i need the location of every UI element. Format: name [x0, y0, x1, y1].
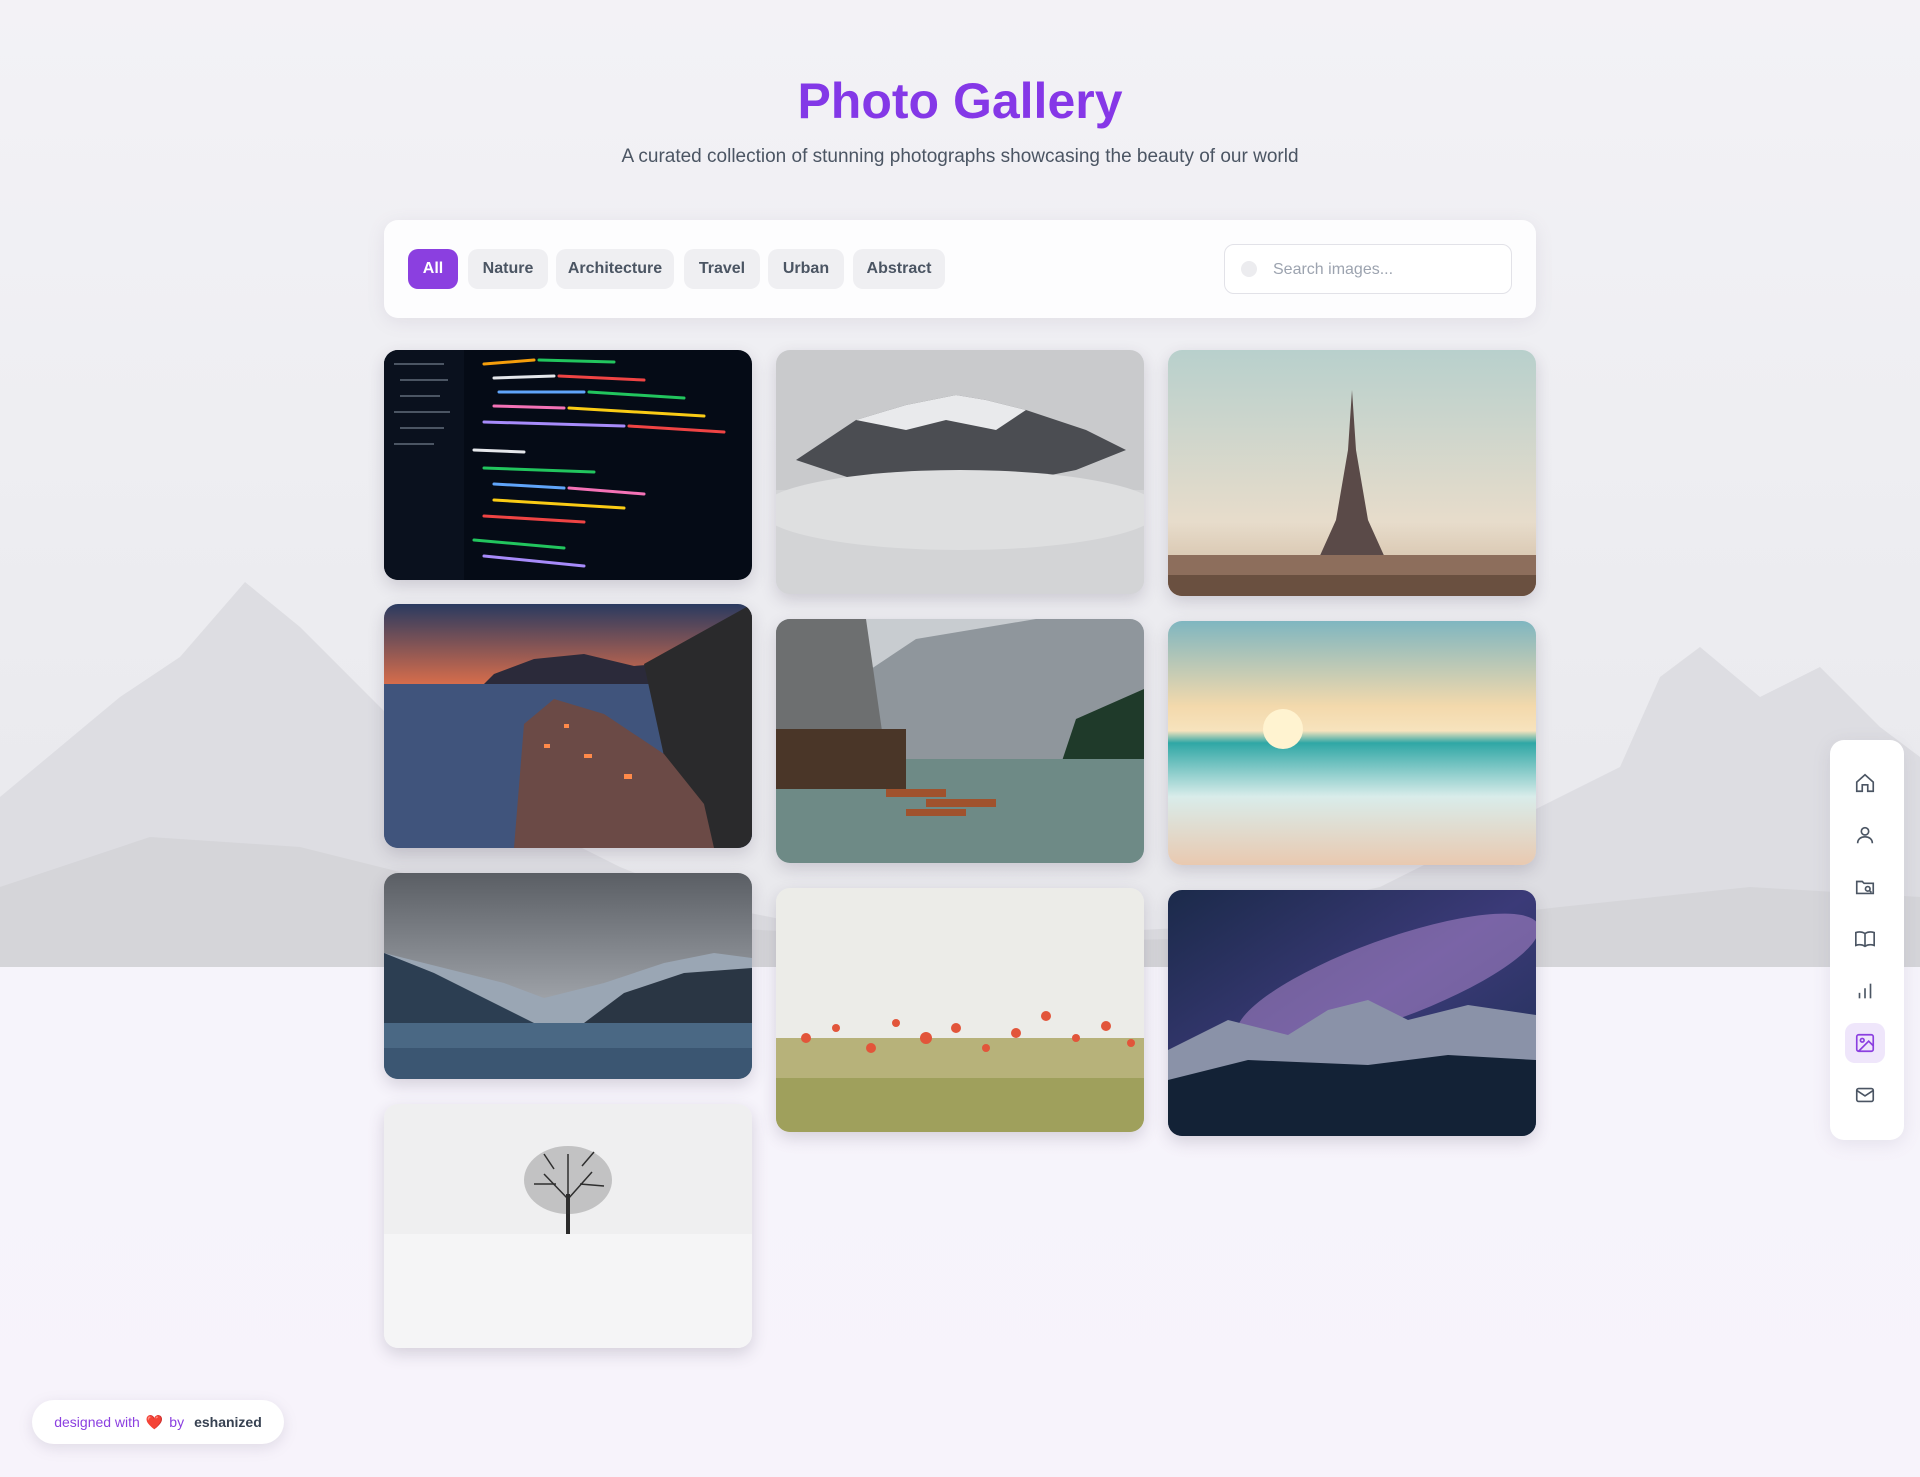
search-input[interactable]: [1271, 255, 1500, 285]
eiffel-tower-image: [1168, 350, 1536, 596]
filter-travel-button[interactable]: Travel: [684, 249, 760, 289]
bar-chart-icon: [1858, 983, 1872, 999]
misty-mountain-image: [776, 350, 1144, 594]
filter-architecture-button[interactable]: Architecture: [556, 249, 674, 289]
code-screen-image: [384, 350, 752, 580]
user-icon: [1856, 826, 1874, 844]
gallery-image-lake[interactable]: [384, 873, 752, 1079]
book-icon: [1855, 931, 1875, 948]
poppy-field-image: [776, 888, 1144, 1132]
nav-projects[interactable]: [1845, 867, 1885, 907]
nav-gallery[interactable]: [1845, 1023, 1885, 1063]
search-box: [1224, 244, 1512, 294]
filter-all-button[interactable]: All: [408, 249, 458, 289]
nav-home[interactable]: [1845, 763, 1885, 803]
filter-nature-button[interactable]: Nature: [468, 249, 548, 289]
gallery-image-eiffel[interactable]: [1168, 350, 1536, 596]
gallery-image-boathouse[interactable]: [776, 619, 1144, 863]
credit-prefix: designed with: [54, 1414, 140, 1430]
filter-bar: All Nature Architecture Travel Urban Abs…: [384, 220, 1536, 318]
lone-tree-image: [384, 1104, 752, 1348]
side-navigation: [1830, 740, 1904, 1140]
nav-blog[interactable]: [1845, 919, 1885, 959]
credit-by: by: [169, 1414, 185, 1430]
folder-search-icon: [1855, 880, 1875, 895]
alpine-boathouse-image: [776, 619, 1144, 863]
gallery-image-poppies[interactable]: [776, 888, 1144, 1132]
heart-icon: ❤️: [145, 1413, 164, 1430]
nav-stats[interactable]: [1845, 971, 1885, 1011]
image-icon: [1855, 1033, 1875, 1053]
filter-abstract-button[interactable]: Abstract: [853, 249, 945, 289]
mountain-lake-image: [384, 873, 752, 1079]
beach-sunset-image: [1168, 621, 1536, 865]
gallery-image-village[interactable]: [384, 604, 752, 848]
page-subtitle: A curated collection of stunning photogr…: [621, 146, 1299, 167]
gallery-image-mountain[interactable]: [776, 350, 1144, 594]
credit-author-link[interactable]: eshanized: [194, 1414, 262, 1430]
page-title: Photo Gallery: [0, 72, 1920, 130]
gallery-image-beach[interactable]: [1168, 621, 1536, 865]
gallery-image-tree[interactable]: [384, 1104, 752, 1348]
nav-profile[interactable]: [1845, 815, 1885, 855]
nav-contact[interactable]: [1845, 1075, 1885, 1115]
filter-urban-button[interactable]: Urban: [768, 249, 844, 289]
milky-way-image: [1168, 890, 1536, 1136]
gallery-image-milkyway[interactable]: [1168, 890, 1536, 1136]
coastal-village-image: [384, 604, 752, 848]
credit-badge[interactable]: designed with ❤️ by eshanized: [32, 1400, 284, 1444]
home-icon: [1855, 773, 1875, 793]
search-icon: [1241, 261, 1257, 277]
gallery-image-code[interactable]: [384, 350, 752, 580]
mail-icon: [1855, 1087, 1875, 1103]
